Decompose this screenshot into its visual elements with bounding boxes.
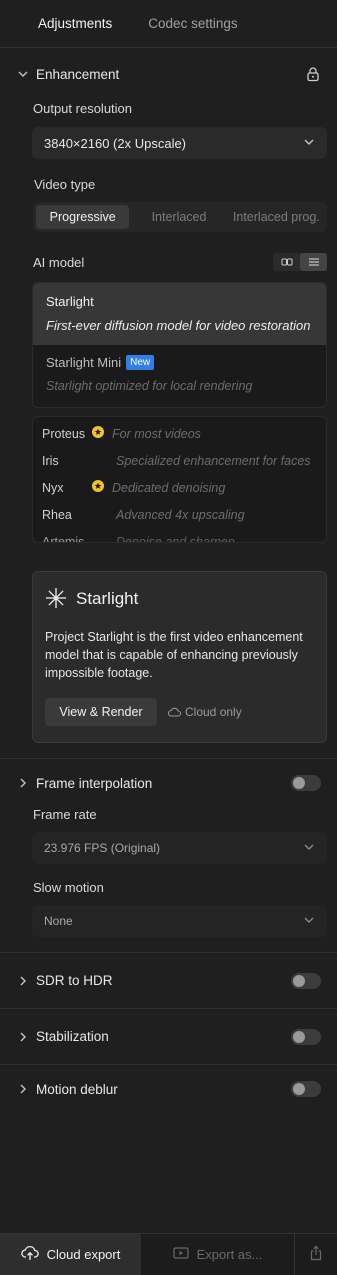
model-name: Starlight: [46, 294, 94, 309]
share-button[interactable]: [295, 1234, 337, 1275]
frame-interpolation-toggle[interactable]: [291, 775, 321, 791]
ai-model-label: AI model: [33, 254, 85, 270]
output-resolution-label: Output resolution: [33, 101, 133, 116]
model-desc: Starlight optimized for local rendering: [46, 379, 253, 393]
video-icon: [173, 1246, 189, 1263]
enhancement-title: Enhancement: [36, 66, 120, 82]
model-starlight[interactable]: Starlight First-ever diffusion model for…: [33, 283, 326, 345]
slow-motion-value: None: [44, 914, 73, 928]
video-type-interlaced-prog[interactable]: Interlaced prog.: [229, 205, 324, 229]
chevron-right-icon: [16, 974, 30, 988]
video-type-segmented: Progressive Interlaced Interlaced prog.: [33, 202, 327, 232]
model-name: Rhea: [42, 507, 72, 522]
frame-rate-value: 23.976 FPS (Original): [44, 841, 161, 855]
tab-adjustments[interactable]: Adjustments: [20, 0, 130, 48]
slow-motion-select[interactable]: None: [32, 905, 327, 937]
model-name: Nyx: [42, 480, 64, 495]
view-toggle: [273, 253, 327, 271]
model-desc: For most videos: [112, 426, 201, 441]
cloud-icon: [167, 705, 181, 720]
cloud-only-note: Cloud only: [185, 705, 242, 719]
model-row-artemis[interactable]: Artemis Denoise and sharpen: [42, 528, 326, 543]
model-row-nyx[interactable]: Nyx Dedicated denoising: [42, 474, 326, 501]
list-view-icon[interactable]: [300, 253, 327, 271]
model-row-proteus[interactable]: Proteus For most videos: [42, 420, 326, 447]
enhancement-section: Enhancement Output resolution 3840×2160 …: [0, 48, 337, 743]
enhancement-header[interactable]: Enhancement: [0, 48, 337, 100]
chevron-down-icon: [303, 136, 315, 151]
motion-deblur-toggle[interactable]: [291, 1081, 321, 1097]
lock-icon[interactable]: [305, 66, 321, 82]
cloud-export-button[interactable]: Cloud export: [0, 1234, 141, 1275]
export-as-button[interactable]: Export as...: [141, 1234, 295, 1275]
promo-body: Project Starlight is the first video enh…: [45, 630, 303, 680]
video-type-progressive[interactable]: Progressive: [36, 205, 130, 229]
new-badge: New: [126, 355, 155, 370]
stabilization-header[interactable]: Stabilization: [0, 1009, 337, 1064]
grid-view-icon[interactable]: [273, 253, 300, 271]
promo-actions: View & Render Cloud only: [45, 698, 314, 726]
model-desc: Denoise and sharpen: [116, 534, 235, 543]
frame-interpolation-title: Frame interpolation: [36, 775, 153, 791]
cloud-upload-icon: [20, 1245, 39, 1264]
chevron-right-icon: [16, 1082, 30, 1096]
view-render-button[interactable]: View & Render: [45, 698, 157, 726]
model-name: Proteus: [42, 426, 86, 441]
featured-model-list: Starlight First-ever diffusion model for…: [32, 282, 327, 408]
stabilization-title: Stabilization: [36, 1029, 109, 1044]
model-name: Starlight Mini: [46, 355, 122, 370]
starlight-logo-text: Starlight: [76, 589, 139, 608]
chevron-right-icon: [16, 776, 30, 790]
chevron-right-icon: [16, 1030, 30, 1044]
star-icon: [92, 480, 112, 495]
video-type-label: Video type: [34, 177, 96, 192]
tab-bar: Adjustments Codec settings: [0, 0, 337, 48]
starlight-icon: [45, 587, 67, 612]
model-name: Iris: [42, 453, 59, 468]
cloud-export-label: Cloud export: [46, 1247, 121, 1262]
sdr-to-hdr-toggle[interactable]: [291, 972, 321, 989]
slow-motion-label: Slow motion: [33, 880, 104, 895]
share-icon: [309, 1245, 323, 1264]
star-icon: [92, 426, 112, 441]
frame-rate-label: Frame rate: [33, 807, 97, 822]
model-row-iris[interactable]: Iris Specialized enhancement for faces: [42, 447, 326, 474]
frame-interpolation-section: Frame interpolation Frame rate 23.976 FP…: [0, 759, 337, 937]
starlight-promo-card: Starlight Project Starlight is the first…: [32, 571, 327, 743]
model-starlight-mini[interactable]: Starlight Mini New Starlight optimized f…: [33, 345, 326, 407]
export-as-label: Export as...: [196, 1247, 263, 1262]
model-desc: First-ever diffusion model for video res…: [46, 318, 311, 333]
stabilization-toggle[interactable]: [291, 1028, 321, 1045]
output-resolution-value: 3840×2160 (2x Upscale): [44, 135, 187, 151]
chevron-down-icon: [303, 914, 315, 929]
model-list: Proteus For most videos Iris Specialized…: [32, 416, 327, 543]
model-row-rhea[interactable]: Rhea Advanced 4x upscaling: [42, 501, 326, 528]
chevron-down-icon: [303, 841, 315, 856]
ai-model-row: AI model: [0, 250, 337, 274]
frame-rate-select[interactable]: 23.976 FPS (Original): [32, 832, 327, 864]
sdr-to-hdr-header[interactable]: SDR to HDR: [0, 953, 337, 1008]
motion-deblur-header[interactable]: Motion deblur: [0, 1065, 337, 1113]
model-desc: Specialized enhancement for faces: [116, 453, 311, 468]
sdr-to-hdr-title: SDR to HDR: [36, 973, 113, 988]
export-bar: Cloud export Export as...: [0, 1233, 337, 1275]
model-name: Artemis: [42, 534, 85, 543]
video-type-interlaced[interactable]: Interlaced: [129, 205, 228, 229]
starlight-logo: Starlight: [45, 587, 314, 612]
output-resolution-select[interactable]: 3840×2160 (2x Upscale): [32, 127, 327, 159]
model-desc: Advanced 4x upscaling: [116, 507, 245, 522]
model-desc: Dedicated denoising: [112, 480, 226, 495]
tab-codec-settings[interactable]: Codec settings: [130, 0, 255, 48]
frame-interpolation-header[interactable]: Frame interpolation: [0, 759, 337, 807]
motion-deblur-title: Motion deblur: [36, 1081, 118, 1097]
chevron-down-icon: [16, 67, 30, 81]
